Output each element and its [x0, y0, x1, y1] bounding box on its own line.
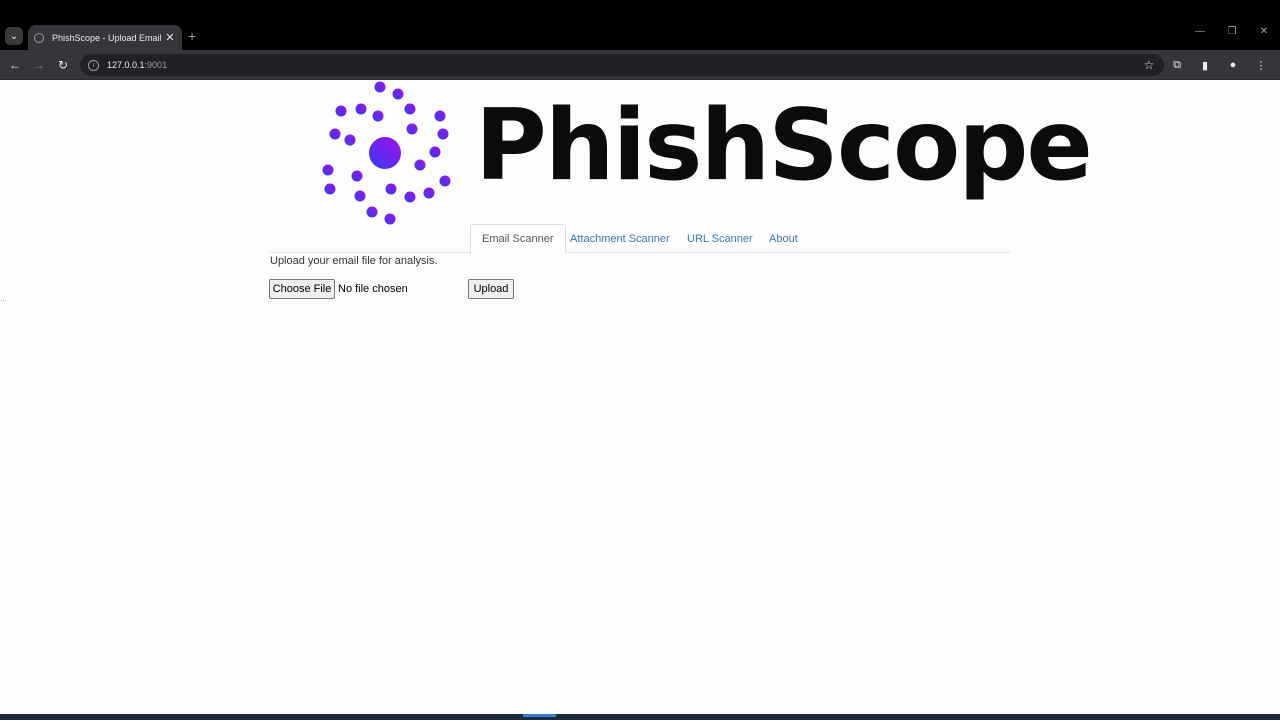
url-port: :9001 [144, 60, 168, 70]
address-bar[interactable]: i 127.0.0.1:9001 [80, 54, 1164, 76]
close-icon[interactable]: ✕ [164, 31, 176, 44]
extensions-icon[interactable]: ⧉ [1168, 56, 1186, 74]
menu-icon[interactable]: ⋮ [1252, 56, 1270, 74]
ellipsis-text: ... [0, 294, 7, 303]
taskbar-active-indicator [523, 714, 556, 717]
upload-button[interactable]: Upload [468, 279, 514, 299]
back-icon[interactable]: ← [6, 56, 24, 74]
browser-tab[interactable]: PhishScope - Upload Email ✕ [28, 25, 182, 50]
os-taskbar [0, 714, 1280, 720]
tab-about[interactable]: About [758, 224, 809, 253]
window-close-icon[interactable]: ✕ [1248, 26, 1280, 37]
browser-titlebar: ⌄ PhishScope - Upload Email ✕ + — ❐ ✕ [0, 0, 1280, 50]
tab-title: PhishScope - Upload Email [52, 32, 162, 43]
logo-wordmark: PhishScope [475, 89, 1093, 203]
globe-icon [34, 32, 44, 43]
page-content: PhishScope Email Scanner Attachment Scan… [0, 81, 1280, 714]
profile-icon[interactable]: ● [1224, 56, 1242, 74]
browser-toolbar: ← → ↻ i 127.0.0.1:9001 ☆ ⧉ ▮ ● ⋮ [0, 50, 1280, 80]
scanner-tabs: Email Scanner Attachment Scanner URL Sca… [269, 224, 1010, 254]
tab-attachment-scanner[interactable]: Attachment Scanner [559, 224, 681, 253]
toolbar-right-icons: ⧉ ▮ ● ⋮ [1168, 56, 1270, 74]
file-status-text: No file chosen [338, 283, 408, 295]
new-tab-button[interactable]: + [188, 28, 196, 44]
tab-url-scanner[interactable]: URL Scanner [676, 224, 764, 253]
tab-search-button[interactable]: ⌄ [5, 27, 23, 45]
reload-icon[interactable]: ↻ [54, 56, 72, 74]
bookmark-star-icon[interactable]: ☆ [1140, 56, 1158, 74]
window-controls: — ❐ ✕ [1184, 26, 1280, 37]
side-panel-icon[interactable]: ▮ [1196, 56, 1214, 74]
upload-instructions: Upload your email file for analysis. [270, 255, 438, 267]
logo-dots-icon [322, 81, 451, 225]
tab-email-scanner[interactable]: Email Scanner [470, 224, 566, 254]
info-icon[interactable]: i [88, 59, 99, 71]
minimize-icon[interactable]: — [1184, 26, 1216, 37]
url-host: 127.0.0.1 [107, 60, 145, 70]
choose-file-button[interactable]: Choose File [269, 279, 335, 299]
forward-icon[interactable]: → [30, 56, 48, 74]
chevron-down-icon: ⌄ [9, 30, 19, 42]
restore-icon[interactable]: ❐ [1216, 26, 1248, 37]
